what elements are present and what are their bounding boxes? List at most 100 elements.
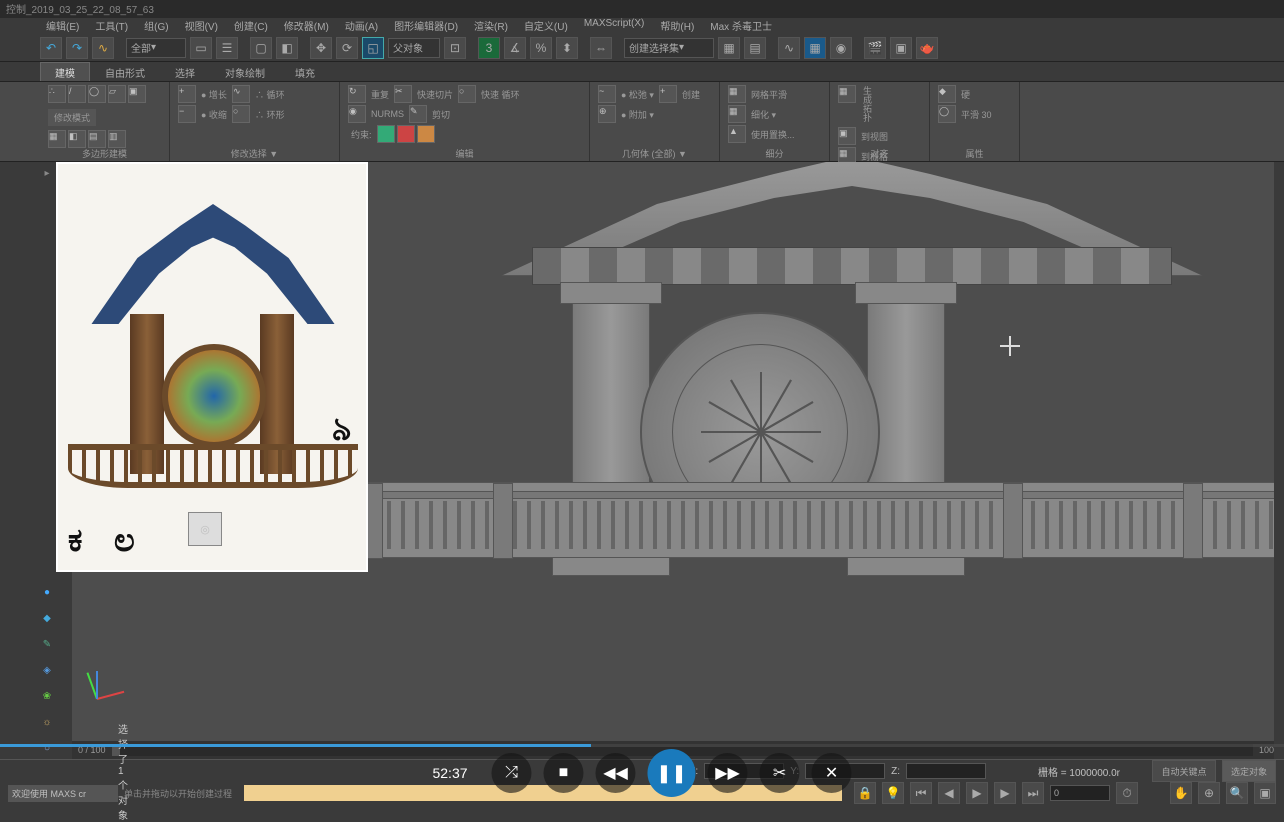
cut-icon[interactable]: ✎ — [409, 105, 427, 123]
smooth-icon[interactable]: ◯ — [938, 105, 956, 123]
grow-icon[interactable]: + — [178, 85, 196, 103]
frame-input[interactable] — [1050, 785, 1110, 801]
ico1[interactable]: ▦ — [48, 130, 66, 148]
render-icon[interactable]: 🫖 — [916, 37, 938, 59]
menu-help[interactable]: 帮助(H) — [654, 18, 700, 34]
pan-icon[interactable]: ✋ — [1170, 782, 1192, 804]
player-stop-icon[interactable]: ■ — [544, 753, 584, 793]
toview-icon[interactable]: ▣ — [838, 127, 856, 145]
coord-z-input[interactable] — [906, 763, 986, 779]
ico2[interactable]: ◧ — [68, 130, 86, 148]
move-icon[interactable]: ✥ — [310, 37, 332, 59]
selfilter-button[interactable]: 选定对象 — [1222, 760, 1276, 782]
link-icon[interactable]: ∿ — [92, 37, 114, 59]
play-prev-icon[interactable]: ◀ — [938, 782, 960, 804]
menu-modifier[interactable]: 修改器(M) — [278, 18, 335, 34]
angle-snap-icon[interactable]: ∡ — [504, 37, 526, 59]
menu-tools[interactable]: 工具(T) — [89, 18, 134, 34]
constrain-none[interactable] — [377, 125, 395, 143]
render-frame-icon[interactable]: ▣ — [890, 37, 912, 59]
align-icon[interactable]: ▦ — [718, 37, 740, 59]
player-shuffle-icon[interactable]: ⤮ — [492, 753, 532, 793]
tab-freeform[interactable]: 自由形式 — [90, 62, 160, 81]
named-selection[interactable]: 创建选择集 ▾ — [624, 38, 714, 58]
tess-icon[interactable]: ▦ — [728, 105, 746, 123]
menu-group[interactable]: 组(G) — [138, 18, 174, 34]
brush-icon[interactable]: ✎ — [40, 632, 54, 656]
relax-icon[interactable]: ~ — [598, 85, 616, 103]
material-icon[interactable]: ◉ — [830, 37, 852, 59]
player-screenshot-icon[interactable]: ✂ — [760, 753, 800, 793]
menu-graph[interactable]: 图形编辑器(D) — [388, 18, 464, 34]
coord-system[interactable]: 父对象 — [388, 38, 440, 58]
rect-select-icon[interactable]: ▢ — [250, 37, 272, 59]
msmooth-icon[interactable]: ▦ — [728, 85, 746, 103]
spinner-snap-icon[interactable]: ⬍ — [556, 37, 578, 59]
border-icon[interactable]: ◯ — [88, 85, 106, 103]
loop-icon[interactable]: ∿ — [232, 85, 250, 103]
menu-custom[interactable]: 自定义(U) — [518, 18, 574, 34]
lock-icon[interactable]: 🔒 — [854, 782, 876, 804]
menu-maxscript[interactable]: MAXScript(X) — [578, 18, 651, 34]
selection-filter[interactable]: 全部 ▾ — [126, 38, 186, 58]
gen-topo-icon[interactable]: ▦ — [838, 85, 856, 103]
redo-icon[interactable]: ↷ — [66, 37, 88, 59]
render-setup-icon[interactable]: 🎬 — [864, 37, 886, 59]
layers-icon[interactable]: ▤ — [744, 37, 766, 59]
edge-icon[interactable]: / — [68, 85, 86, 103]
attach-icon[interactable]: ⊕ — [598, 105, 616, 123]
constrain-edge[interactable] — [397, 125, 415, 143]
drop-icon[interactable]: ◆ — [40, 606, 54, 630]
shrink-icon[interactable]: − — [178, 105, 196, 123]
max-viewport-icon[interactable]: ▣ — [1254, 782, 1276, 804]
autokey-button[interactable]: 自动关键点 — [1152, 760, 1216, 782]
orbit-icon[interactable]: ⊕ — [1198, 782, 1220, 804]
hard-icon[interactable]: ◆ — [938, 85, 956, 103]
play-start-icon[interactable]: ⏮ — [910, 782, 932, 804]
rotate-icon[interactable]: ⟳ — [336, 37, 358, 59]
repeat-icon[interactable]: ↻ — [348, 85, 366, 103]
element-icon[interactable]: ▣ — [128, 85, 146, 103]
side1-icon[interactable]: ▸ — [40, 164, 54, 182]
menu-edit[interactable]: 编辑(E) — [40, 18, 85, 34]
ico4[interactable]: ▥ — [108, 130, 126, 148]
menu-create[interactable]: 创建(C) — [228, 18, 274, 34]
play-next-icon[interactable]: ▶ — [994, 782, 1016, 804]
play-icon[interactable]: ▶ — [966, 782, 988, 804]
undo-icon[interactable]: ↶ — [40, 37, 62, 59]
poly-icon[interactable]: ▱ — [108, 85, 126, 103]
usedis-icon[interactable]: ▲ — [728, 125, 746, 143]
vertex-icon[interactable]: ∴ — [48, 85, 66, 103]
reference-image[interactable]: ಕ ಲ ৯ ◎ — [56, 162, 368, 572]
quickslice-icon[interactable]: ✂ — [394, 85, 412, 103]
select-name-icon[interactable]: ☰ — [216, 37, 238, 59]
video-progress[interactable] — [0, 744, 1284, 747]
player-forward-icon[interactable]: ▶▶ — [708, 753, 748, 793]
player-rewind-icon[interactable]: ◀◀ — [596, 753, 636, 793]
select-icon[interactable]: ▭ — [190, 37, 212, 59]
ring-icon[interactable]: ○ — [232, 105, 250, 123]
play-end-icon[interactable]: ⏭ — [1022, 782, 1044, 804]
menu-view[interactable]: 视图(V) — [179, 18, 224, 34]
tab-objectpaint[interactable]: 对象绘制 — [210, 62, 280, 81]
create2-icon[interactable]: + — [659, 85, 677, 103]
tab-populate[interactable]: 填充 — [280, 62, 330, 81]
isolate-icon[interactable]: 💡 — [882, 782, 904, 804]
snap-toggle-icon[interactable]: 3 — [478, 37, 500, 59]
ico3[interactable]: ▤ — [88, 130, 106, 148]
schematic-icon[interactable]: ▦ — [804, 37, 826, 59]
menu-antivirus[interactable]: Max 杀毒卫士 — [704, 18, 778, 34]
time-config-icon[interactable]: ⏱ — [1116, 782, 1138, 804]
curve-editor-icon[interactable]: ∿ — [778, 37, 800, 59]
tab-modeling[interactable]: 建模 — [40, 62, 90, 81]
zoom-icon[interactable]: 🔍 — [1226, 782, 1248, 804]
leaf-icon[interactable]: ❀ — [40, 684, 54, 708]
mirror-icon[interactable]: ⇔ — [590, 37, 612, 59]
constrain-face[interactable] — [417, 125, 435, 143]
player-close-icon[interactable]: ✕ — [812, 753, 852, 793]
scale-icon[interactable]: ◱ — [362, 37, 384, 59]
menu-render[interactable]: 渲染(R) — [468, 18, 514, 34]
sphere-icon[interactable]: ● — [40, 580, 54, 604]
nurms-icon[interactable]: ◉ — [348, 105, 366, 123]
percent-snap-icon[interactable]: % — [530, 37, 552, 59]
